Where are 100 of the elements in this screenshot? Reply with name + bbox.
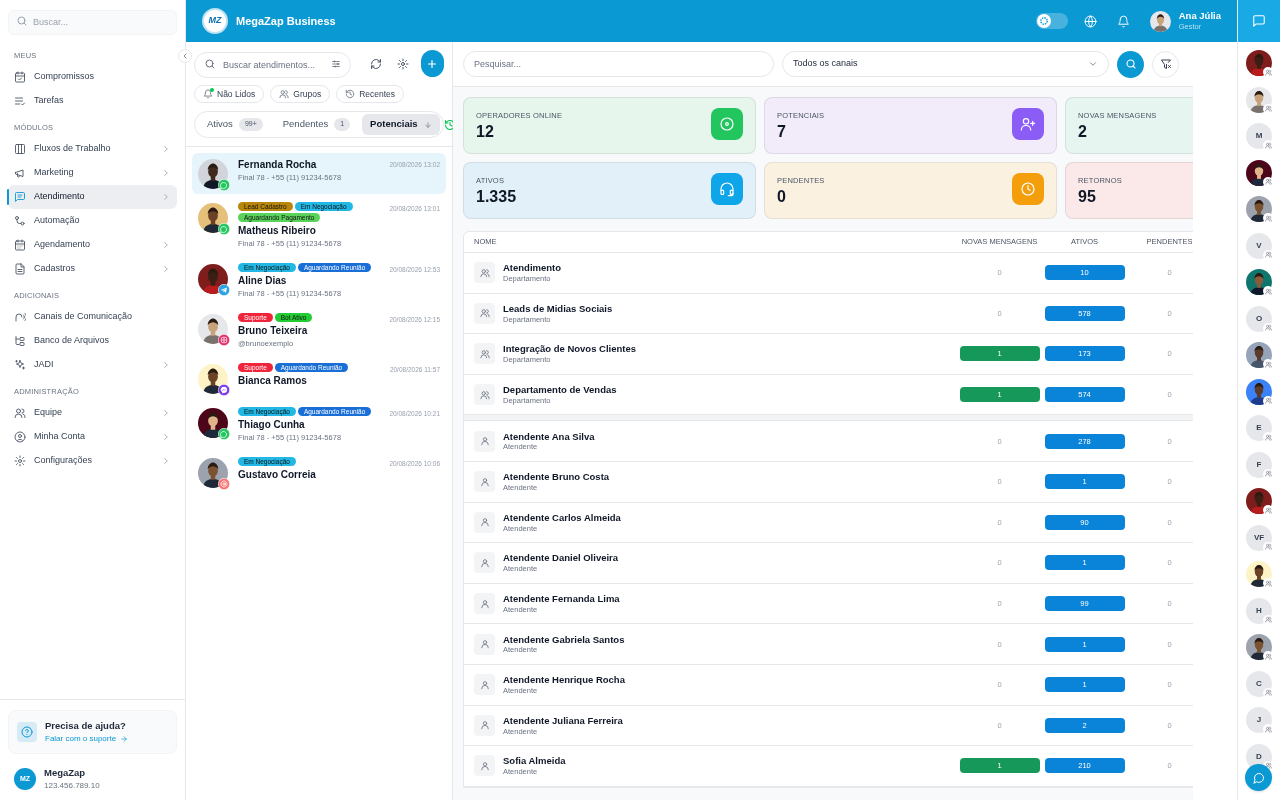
chevron-right-icon [161,264,171,274]
user-icon [479,436,490,447]
chevron-right-icon [161,432,171,442]
contact-avatar[interactable] [1246,634,1272,660]
row-name: Atendente Gabriela Santos [503,633,625,646]
calendar-check-icon [14,71,26,83]
settings-icon [397,57,410,70]
sliders-icon [331,58,341,69]
account-name: MegaZap [44,765,87,780]
user-icon [479,476,490,487]
contact-avatar[interactable]: J [1246,707,1272,733]
contact-avatar[interactable]: VF [1246,524,1272,551]
settings-icon [14,455,26,467]
chevron-right-icon [161,408,171,418]
contact-avatar[interactable] [1246,269,1272,295]
megaphone-icon [14,167,26,179]
message-icon [1252,14,1266,28]
notifications-button[interactable] [1116,14,1130,28]
contact-avatar[interactable] [1246,196,1272,222]
nav-item[interactable]: Compromissos [8,65,177,89]
chevron-right-icon [161,240,171,250]
nav-item[interactable]: Banco de Arquivos [8,329,177,353]
nav-item[interactable]: Canais de Comunicação [8,305,177,329]
calendar-icon [14,239,26,251]
row-name: Departamento de Vendas [503,383,617,396]
contact-avatar[interactable] [1246,561,1272,587]
checklist-icon [14,95,26,107]
contact-name: Bianca Ramos [238,374,308,388]
new-button[interactable] [420,50,444,77]
nav-item[interactable]: Marketing [8,161,177,185]
row-name: Atendente Fernanda Lima [503,592,620,605]
contact-avatar[interactable]: M [1246,123,1272,149]
clock-icon [1020,181,1036,197]
contact-avatar[interactable]: D [1246,743,1272,770]
search-icon [1124,58,1137,70]
status-icon [1264,214,1272,222]
chevron-right-icon [161,168,171,178]
search-button[interactable] [1117,50,1144,78]
globe-icon [1083,14,1097,28]
status-icon [1264,397,1272,404]
user-icon [479,557,490,568]
user-icon [479,639,490,650]
status-icon [1264,433,1272,441]
status-icon [1264,689,1272,696]
contact-avatar[interactable]: F [1246,451,1272,478]
contact-avatar[interactable] [1246,159,1272,186]
nav-item[interactable]: Minha Conta [8,425,177,449]
tab[interactable]: Potenciais [362,114,440,135]
nav-item[interactable]: Atendimento [8,185,177,209]
nav-item[interactable]: Agendamento [8,233,177,257]
contact-avatar[interactable]: H [1246,597,1272,624]
user-circle-icon [14,431,26,443]
nodes-icon [14,215,26,227]
status-icon [1264,324,1272,331]
stat-value: 95 [1078,187,1097,208]
row-name: Atendente Bruno Costa [503,471,610,483]
filter-settings-button[interactable] [331,58,341,69]
users-icon [479,349,490,359]
search-icon [204,57,216,70]
contact-avatar[interactable] [1246,86,1272,113]
contact-avatar[interactable]: V [1246,232,1272,259]
nav-item[interactable]: Configurações [8,449,177,473]
folder-tree-icon [14,335,26,347]
history-icon [345,89,356,99]
search-field[interactable]: Buscar atendimentos... [194,51,351,78]
contact-avatar[interactable] [1246,488,1272,514]
row-name: Atendimento [503,262,562,275]
row-name: Atendente Henrique Rocha [503,674,625,686]
chat-button[interactable] [1245,764,1272,791]
nav-item[interactable]: JADI [8,353,177,377]
contact-avatar[interactable] [1246,342,1272,368]
row-name: Atendente Juliana Ferreira [503,714,623,727]
account-id: 123.456.789.10 [44,780,100,792]
stat-value: 12 [476,122,495,143]
language-button[interactable] [1083,14,1097,28]
contact-avatar[interactable]: C [1246,670,1272,697]
row-name: Atendente Daniel Oliveira [503,552,619,565]
user-icon [479,598,490,609]
stat-value: 0 [777,187,787,208]
search-field[interactable]: Buscar... [8,9,177,35]
status-icon [1264,178,1272,185]
status-icon [1264,141,1272,149]
row-name: Atendente Carlos Almeida [503,511,621,524]
contact-avatar[interactable]: E [1246,415,1272,441]
nav-item[interactable]: Tarefas [8,89,177,113]
contact-avatar[interactable]: O [1246,305,1272,332]
user-name: Ana Júlia [1178,10,1221,23]
stat-value: 2 [1078,122,1088,143]
status-icon [1264,616,1272,623]
nav-item[interactable]: Fluxos de Trabalho [8,137,177,161]
nav-item[interactable]: Cadastros [8,257,177,281]
search-field[interactable]: Pesquisar... [463,51,774,77]
theme-toggle[interactable] [1035,13,1068,29]
nav-item[interactable]: Equipe [8,401,177,425]
contact-name: Fernanda Rocha [238,158,318,172]
nav-item[interactable]: Automação [8,209,177,233]
users-icon [479,389,490,400]
users-icon [14,407,26,419]
contact-avatar[interactable] [1246,50,1272,76]
contact-avatar[interactable] [1246,378,1272,405]
